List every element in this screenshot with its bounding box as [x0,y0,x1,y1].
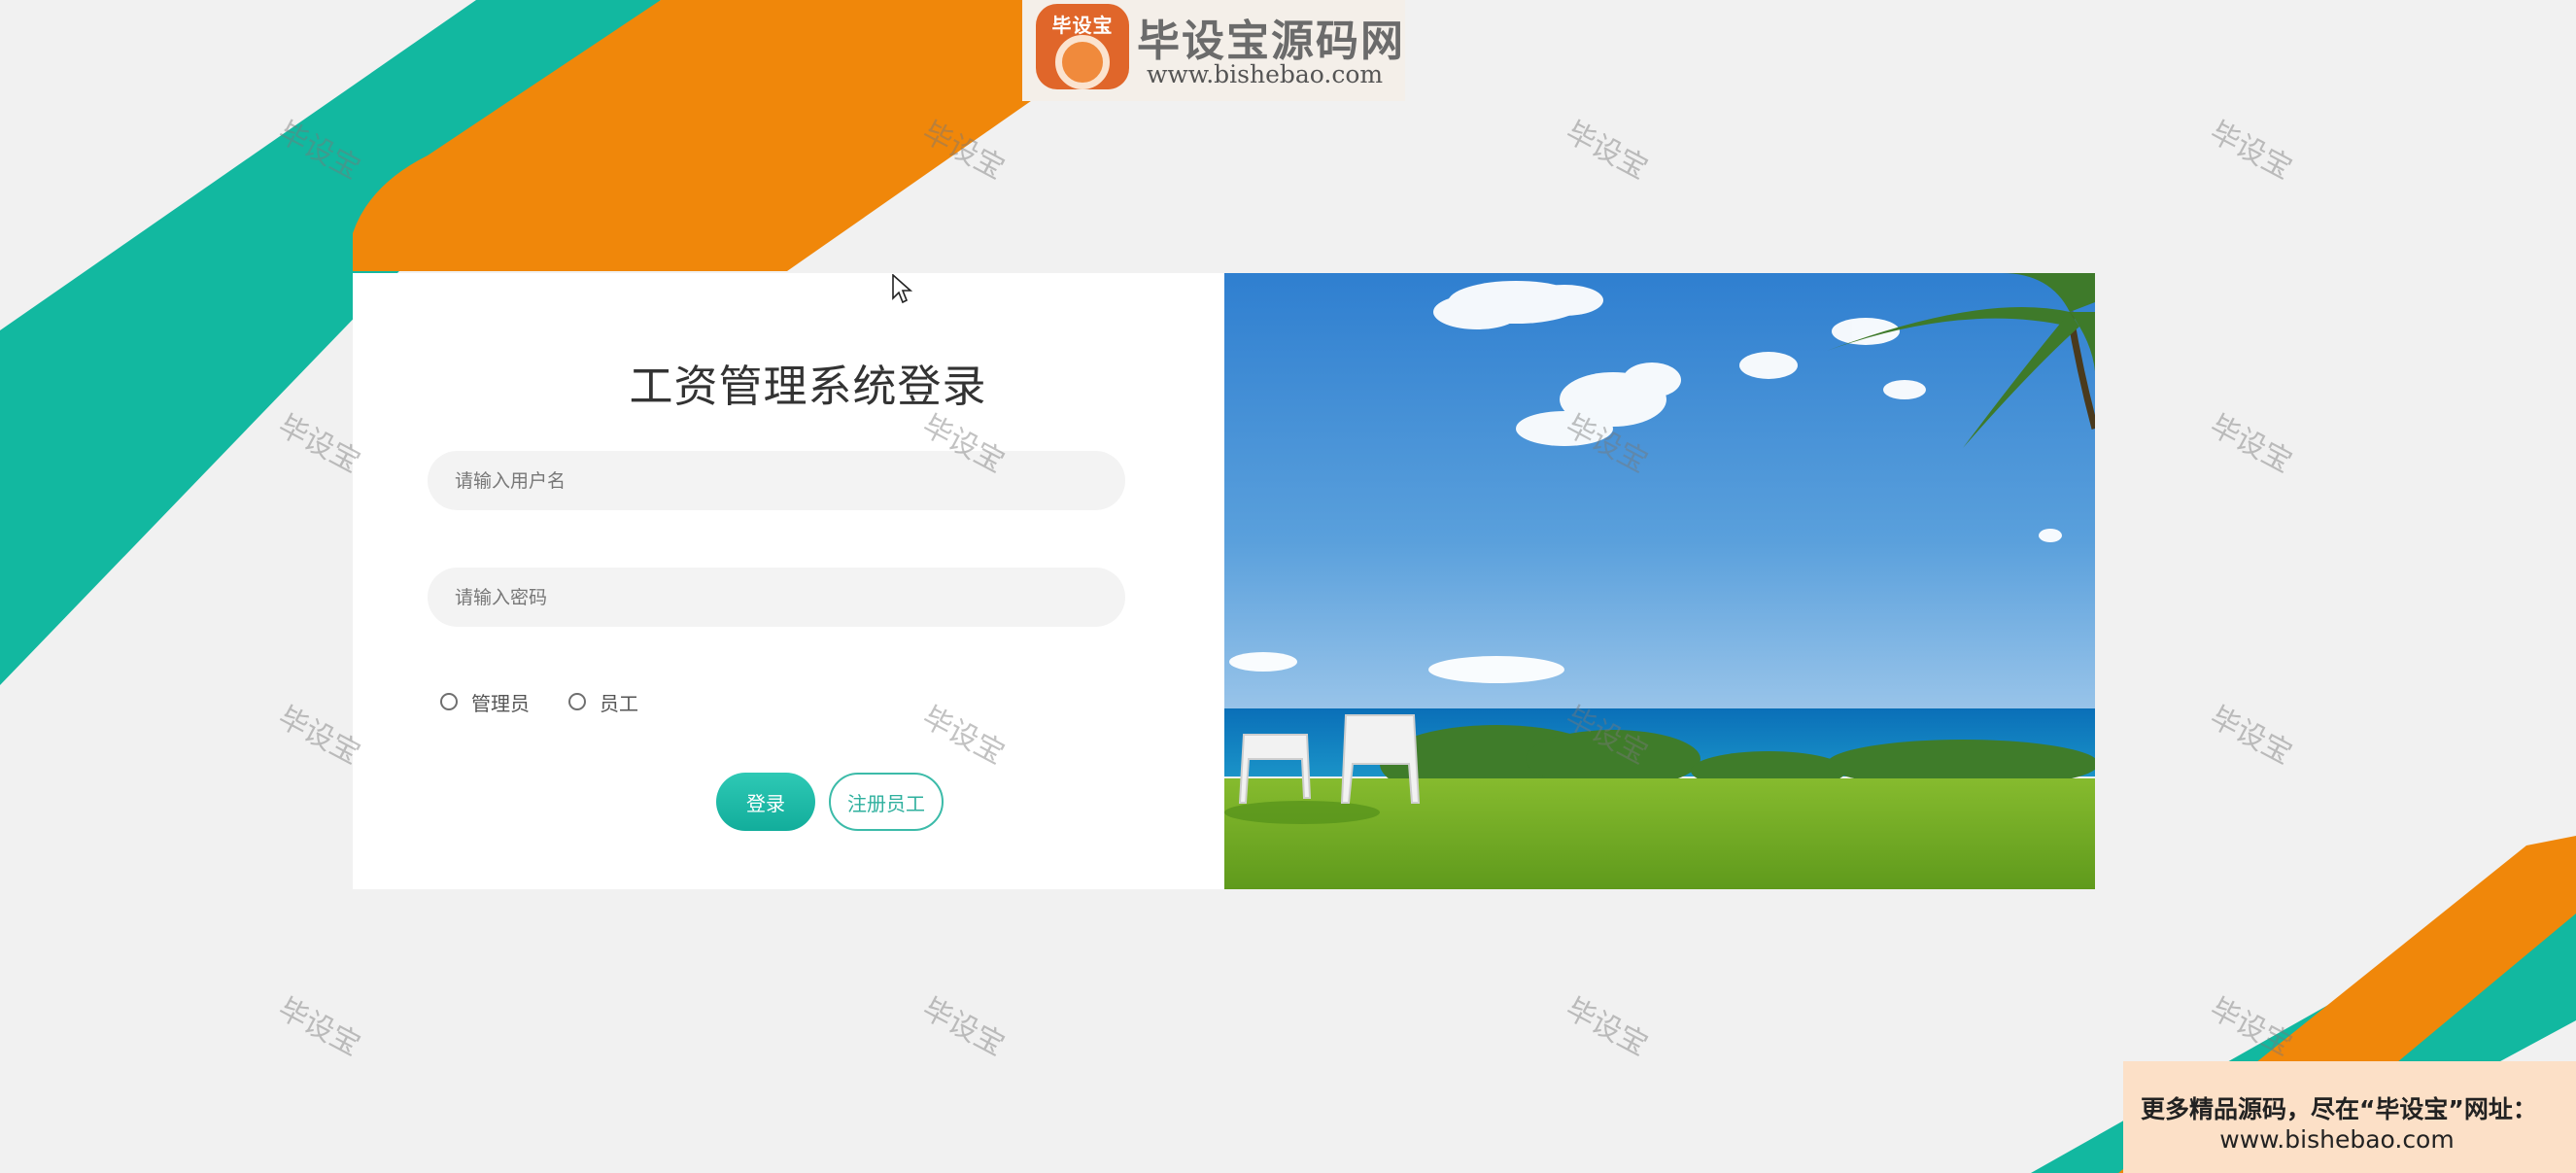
login-title: 工资管理系统登录 [629,361,987,412]
password-input[interactable] [428,568,1125,627]
beach-hero-image [1224,273,2095,889]
brand-title: 毕设宝源码网 [1137,17,1405,66]
username-input[interactable] [428,451,1125,510]
register-employee-button[interactable]: 注册员工 [829,773,944,831]
login-card: 工资管理系统登录 管理员 员工 登录 注册员工 [353,273,1224,889]
role-option-employee[interactable]: 员工 [568,688,638,716]
role-label-employee: 员工 [600,691,638,715]
login-button[interactable]: 登录 [716,773,815,831]
promo-url: www.bishebao.com [2219,1125,2455,1154]
role-label-admin: 管理员 [471,691,530,715]
logo-badge-text: 毕设宝 [1051,14,1114,37]
role-radio-group: 管理员 员工 [440,687,677,716]
logo-badge-icon: 毕设宝 [1036,4,1129,89]
brand-url: www.bishebao.com [1147,60,1384,88]
role-option-admin[interactable]: 管理员 [440,688,530,716]
promo-text: 更多精品源码，尽在“毕设宝”网址： [2141,1095,2537,1123]
radio-circle-icon[interactable] [568,693,586,710]
brand-logo: 毕设宝 毕设宝源码网 www.bishebao.com [1022,0,1405,101]
radio-circle-icon[interactable] [440,693,458,710]
promo-banner: 更多精品源码，尽在“毕设宝”网址： www.bishebao.com [2123,1061,2576,1173]
mouse-cursor-icon [892,274,913,304]
logo-ring [1055,35,1110,89]
